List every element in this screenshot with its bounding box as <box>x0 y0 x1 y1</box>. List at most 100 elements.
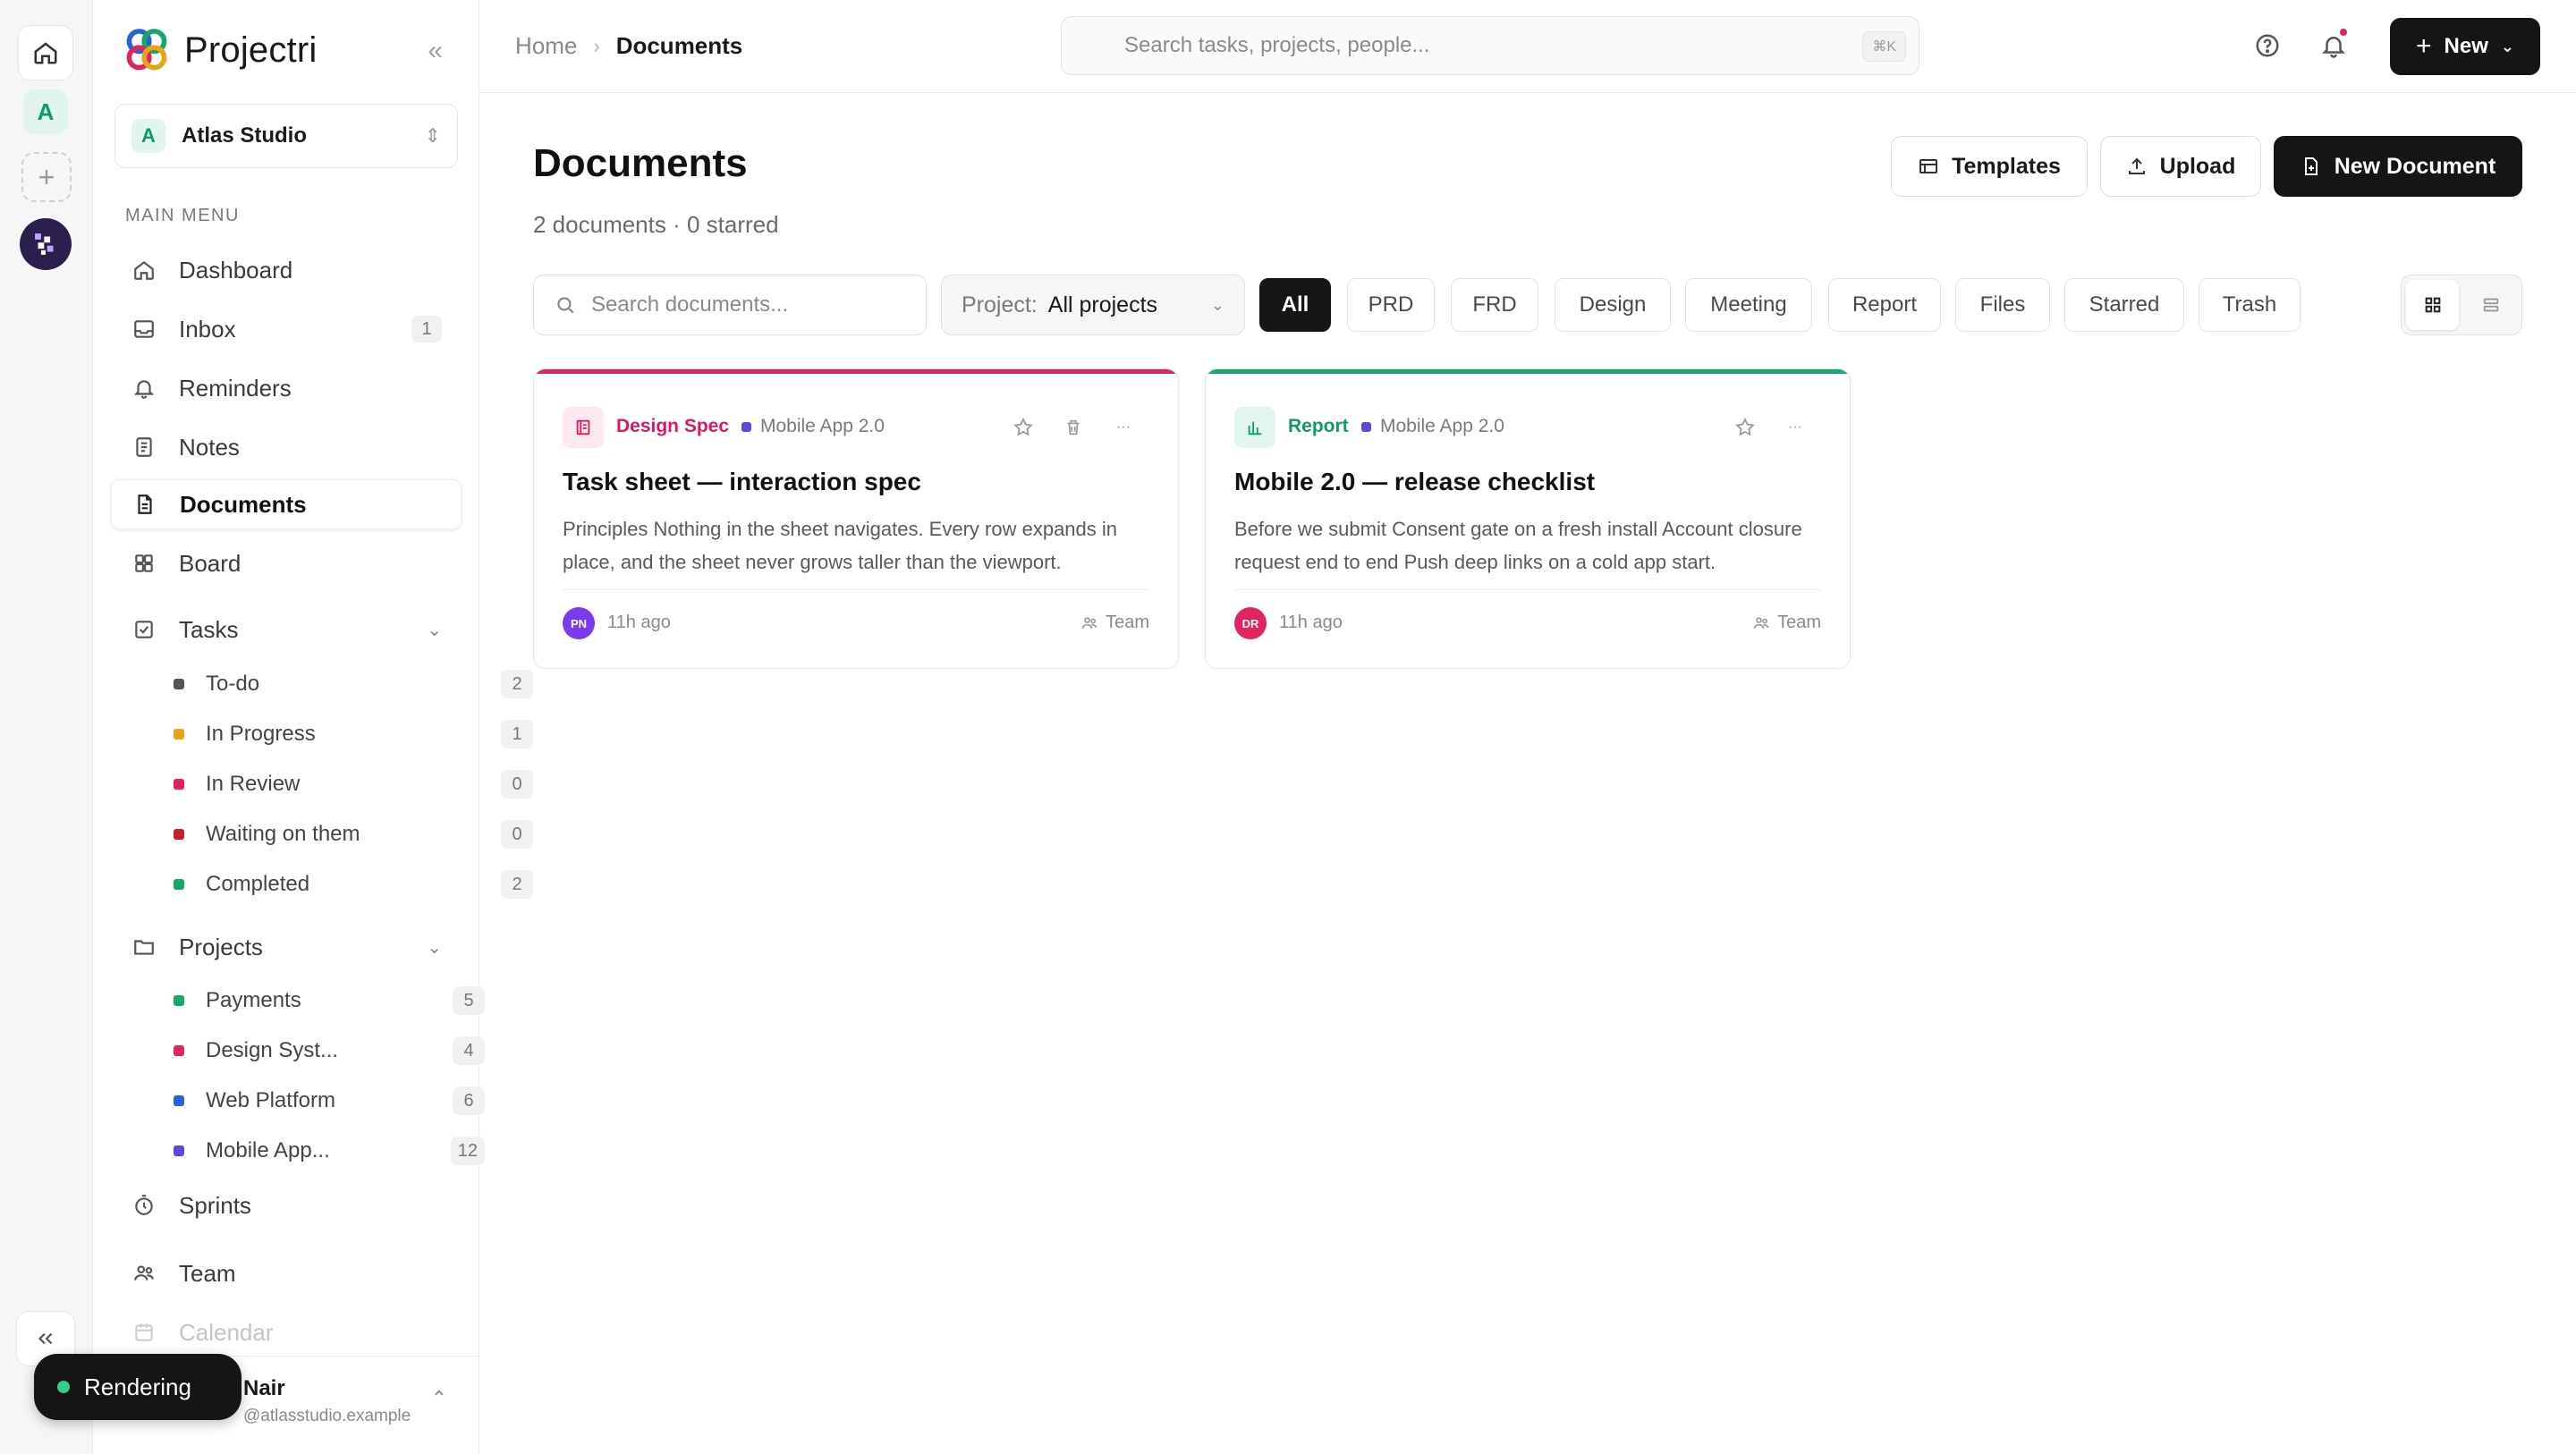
new-document-icon <box>2304 157 2318 175</box>
updown-chevron-icon: ⇕ <box>424 124 441 147</box>
task-status-label: Completed <box>206 872 310 896</box>
project-count: 5 <box>453 986 485 1015</box>
task-status-count: 0 <box>501 820 533 849</box>
sidebar-group-projects[interactable]: Projects ⌄ <box>111 922 462 972</box>
task-status-label: To-do <box>206 672 260 696</box>
filter-chip-report[interactable]: Report <box>1828 278 1941 332</box>
new-button[interactable]: + New ⌄ <box>2390 18 2540 75</box>
status-dot <box>174 879 184 890</box>
breadcrumb-home[interactable]: Home <box>515 32 577 60</box>
list-view-icon[interactable] <box>2464 280 2517 330</box>
sidebar-item-documents[interactable]: Documents <box>111 479 462 529</box>
document-project-label: Mobile App 2.0 <box>760 416 885 436</box>
document-visibility: Team <box>1080 613 1149 633</box>
chevron-down-icon: ⌄ <box>2500 37 2514 55</box>
board-icon <box>131 550 157 577</box>
home-icon[interactable] <box>18 25 73 80</box>
card-accent-bar <box>1206 369 1850 374</box>
sidebar-item-reminders[interactable]: Reminders <box>111 363 462 413</box>
document-project-label: Mobile App 2.0 <box>1380 416 1504 436</box>
project-label: Mobile App... <box>206 1138 330 1162</box>
sidebar-item-sprints[interactable]: Sprints <box>111 1180 462 1230</box>
user-email: @atlasstudio.example <box>243 1407 411 1425</box>
filter-chip-all[interactable]: All <box>1259 278 1331 332</box>
more-options-icon[interactable]: ··· <box>1780 412 1810 443</box>
search-placeholder: Search tasks, projects, people... <box>1124 33 1430 57</box>
card-accent-bar <box>534 369 1178 374</box>
project-dot <box>174 995 184 1006</box>
filter-chip-trash[interactable]: Trash <box>2199 278 2301 332</box>
document-search-input[interactable]: Search documents... <box>533 275 927 335</box>
document-card[interactable]: Report Mobile App 2.0 ··· Mobile 2.0 — r… <box>1205 368 1851 669</box>
sidebar-item-team[interactable]: Team <box>111 1248 462 1298</box>
document-type: Design Spec <box>616 416 730 436</box>
project-item-design-system[interactable]: Design Syst... 4 <box>174 1031 485 1070</box>
sidebar-item-board[interactable]: Board <box>111 538 462 588</box>
task-status-waiting[interactable]: Waiting on them 0 <box>174 815 533 854</box>
upload-label: Upload <box>2159 153 2236 179</box>
project-filter-value: All projects <box>1047 292 1158 317</box>
project-item-payments[interactable]: Payments 5 <box>174 981 485 1020</box>
upload-button[interactable]: Upload <box>2100 136 2261 197</box>
chevron-down-icon[interactable]: ⌄ <box>427 936 442 959</box>
sidebar-group-tasks[interactable]: Tasks ⌄ <box>111 604 462 655</box>
design-spec-icon <box>563 407 604 448</box>
document-title[interactable]: Mobile 2.0 — release checklist <box>1234 468 1595 496</box>
new-document-button[interactable]: New Document <box>2274 136 2522 197</box>
workspace-avatar[interactable]: A <box>23 89 68 134</box>
sidebar-item-notes[interactable]: Notes <box>111 422 462 472</box>
chevron-down-icon[interactable]: ⌄ <box>427 619 442 641</box>
project-count: 6 <box>453 1086 485 1115</box>
task-status-in-review[interactable]: In Review 0 <box>174 765 533 804</box>
document-project: Mobile App 2.0 <box>1361 416 1504 437</box>
view-toggle <box>2401 275 2522 335</box>
document-card[interactable]: Design Spec Mobile App 2.0 ··· Task shee… <box>533 368 1179 669</box>
project-dot <box>174 1145 184 1156</box>
project-dot <box>174 1095 184 1106</box>
sidebar-item-inbox[interactable]: Inbox 1 <box>111 304 462 354</box>
sidebar-item-dashboard[interactable]: Dashboard <box>111 245 462 295</box>
add-workspace-icon[interactable]: + <box>21 152 72 202</box>
project-dot <box>1361 421 1371 432</box>
notifications-bell-icon[interactable] <box>2315 27 2352 64</box>
filter-chip-meeting[interactable]: Meeting <box>1685 278 1812 332</box>
app-logo-icon[interactable] <box>20 218 72 270</box>
filter-chip-frd[interactable]: FRD <box>1451 278 1538 332</box>
report-icon <box>1234 407 1275 448</box>
templates-button[interactable]: Templates <box>1891 136 2088 197</box>
task-status-todo[interactable]: To-do 2 <box>174 664 533 704</box>
sidebar-item-label: Notes <box>179 433 240 461</box>
document-title[interactable]: Task sheet — interaction spec <box>563 468 921 496</box>
new-button-label: New <box>2444 34 2488 58</box>
top-bar: Home › Documents Search tasks, projects,… <box>479 0 2576 93</box>
filter-chip-design[interactable]: Design <box>1555 278 1671 332</box>
brand-logo-icon <box>126 29 167 71</box>
grid-view-icon[interactable] <box>2406 280 2459 330</box>
plus-icon: + <box>2416 31 2432 61</box>
star-icon[interactable] <box>1008 412 1038 443</box>
card-divider <box>563 589 1149 590</box>
workspace-switcher[interactable]: A Atlas Studio ⇕ <box>114 104 458 168</box>
project-item-web-platform[interactable]: Web Platform 6 <box>174 1081 485 1120</box>
task-status-count: 1 <box>501 720 533 748</box>
project-filter-select[interactable]: Project: All projects ⌄ <box>941 275 1245 335</box>
global-search-input[interactable]: Search tasks, projects, people... ⌘K <box>1061 16 1919 75</box>
filter-chip-files[interactable]: Files <box>1955 278 2050 332</box>
brand[interactable]: Projectri <box>122 25 318 75</box>
filter-chip-starred[interactable]: Starred <box>2064 278 2184 332</box>
collapse-sidebar-icon[interactable]: « <box>428 36 443 66</box>
filter-chip-prd[interactable]: PRD <box>1347 278 1435 332</box>
star-icon[interactable] <box>1730 412 1760 443</box>
more-options-icon[interactable]: ··· <box>1108 412 1139 443</box>
task-status-completed[interactable]: Completed 2 <box>174 865 533 904</box>
project-filter-label: Project: <box>962 292 1038 317</box>
sidebar-item-calendar[interactable]: Calendar <box>111 1307 462 1357</box>
help-icon[interactable] <box>2249 27 2286 64</box>
project-label: Design Syst... <box>206 1038 339 1062</box>
chevron-down-icon: ⌄ <box>1210 295 1224 314</box>
chevron-up-icon[interactable]: ⌃ <box>431 1387 447 1410</box>
project-item-mobile-app[interactable]: Mobile App... 12 <box>174 1131 485 1171</box>
new-document-label: New Document <box>2334 153 2496 179</box>
trash-icon[interactable] <box>1058 412 1089 443</box>
task-status-in-progress[interactable]: In Progress 1 <box>174 714 533 754</box>
